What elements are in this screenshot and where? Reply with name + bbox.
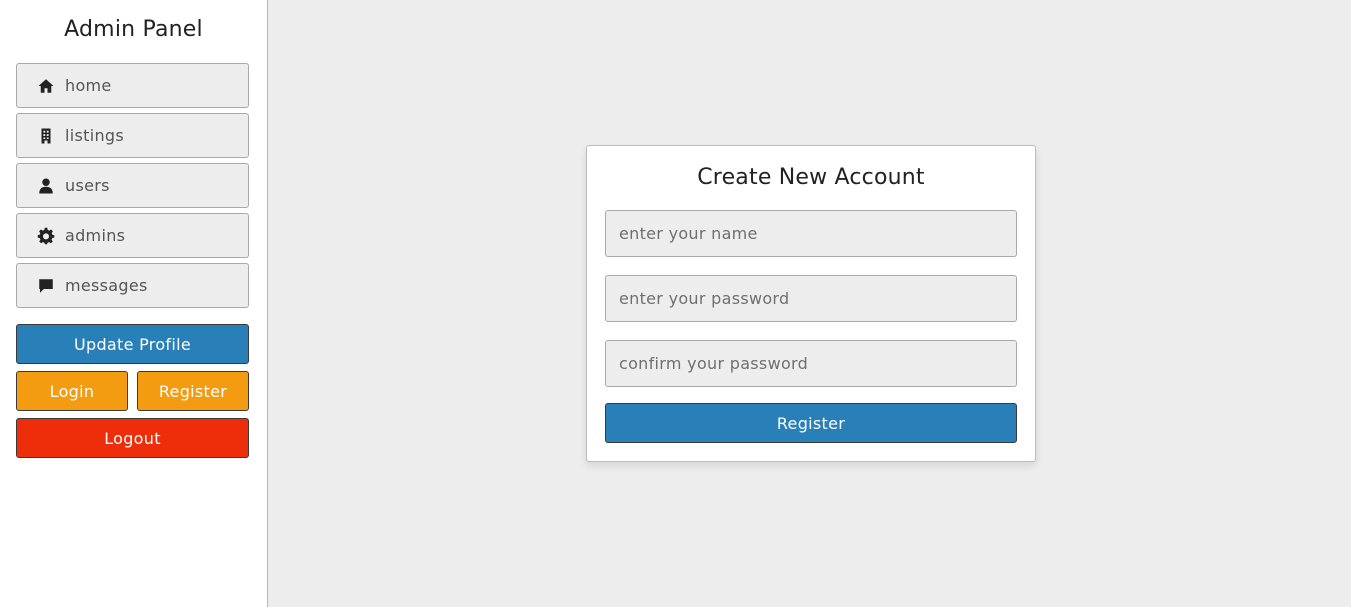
update-profile-button[interactable]: Update Profile [16, 324, 249, 364]
register-form-card: Create New Account Register [586, 145, 1036, 462]
sidebar-item-admins[interactable]: admins [16, 213, 249, 258]
sidebar: Admin Panel home listings users admins m… [0, 0, 268, 607]
submit-register-button[interactable]: Register [605, 403, 1017, 443]
sidebar-item-home[interactable]: home [16, 63, 249, 108]
password-input[interactable] [605, 275, 1017, 322]
logout-button[interactable]: Logout [16, 418, 249, 458]
home-icon [37, 77, 55, 95]
sidebar-item-label: home [65, 76, 112, 95]
gear-icon [37, 227, 55, 245]
message-icon [37, 277, 55, 295]
sidebar-item-label: users [65, 176, 110, 195]
sidebar-item-users[interactable]: users [16, 163, 249, 208]
sidebar-item-label: messages [65, 276, 148, 295]
sidebar-item-label: listings [65, 126, 124, 145]
name-input[interactable] [605, 210, 1017, 257]
confirm-password-input[interactable] [605, 340, 1017, 387]
sidebar-item-label: admins [65, 226, 126, 245]
register-button[interactable]: Register [137, 371, 249, 411]
user-icon [37, 177, 55, 195]
sidebar-item-messages[interactable]: messages [16, 263, 249, 308]
sidebar-item-listings[interactable]: listings [16, 113, 249, 158]
login-button[interactable]: Login [16, 371, 128, 411]
form-title: Create New Account [697, 165, 925, 190]
sidebar-title: Admin Panel [64, 17, 203, 42]
building-icon [37, 127, 55, 145]
